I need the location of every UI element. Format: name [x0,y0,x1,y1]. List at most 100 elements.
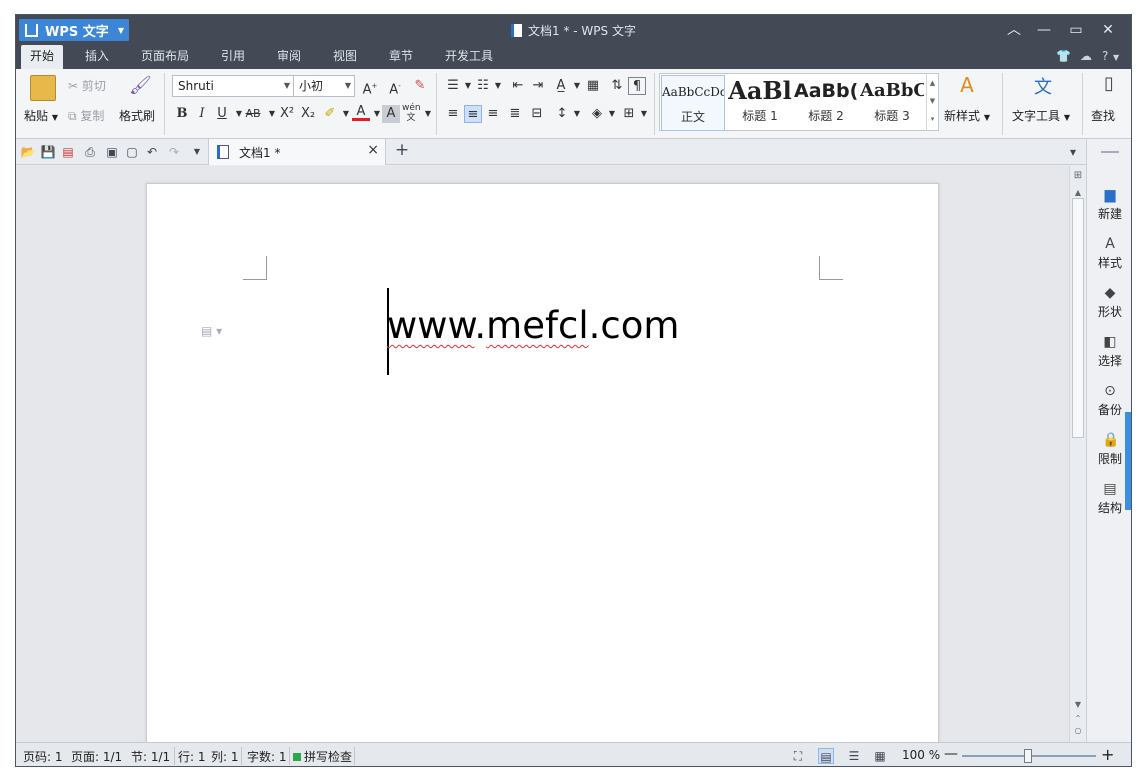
italic-button[interactable]: I [193,105,211,123]
close-tab-icon[interactable]: × [367,142,379,158]
sort-icon[interactable]: ⇅ [608,77,626,95]
cloud-icon[interactable]: ☁ [1080,49,1092,63]
grow-font-icon[interactable]: A+ [361,77,379,97]
clear-format-icon[interactable]: ✎ [411,77,429,95]
align-center-icon[interactable]: ≡ [464,105,482,123]
split-view-icon[interactable]: ⊞ [1070,170,1086,181]
document-page[interactable]: ▤ ▾ www.mefcl.com [146,183,939,742]
text-tools-icon[interactable]: 文 [1030,73,1056,99]
web-view-icon[interactable]: ▦ [872,748,888,764]
help-button[interactable]: ? [1102,49,1108,63]
sidebar-item-style[interactable]: A 样式 [1087,236,1131,271]
tab-menu-icon[interactable]: ▾ [1065,144,1081,160]
format-painter-button[interactable]: 格式刷 [119,107,155,124]
scrollbar-thumb[interactable] [1072,198,1084,438]
align-right-icon[interactable]: ≡ [484,105,502,123]
spell-check-toggle[interactable]: 拼写检查 [293,748,352,765]
sidebar-expand-tab[interactable] [1125,412,1131,510]
tab-review[interactable]: 审阅 [268,45,310,69]
undo-icon[interactable]: ↶ [144,144,160,160]
document-text[interactable]: www.mefcl.com [387,304,679,347]
vertical-scrollbar[interactable]: ⊞ ▲ ▼ ⌃ ○ [1069,166,1085,742]
chevron-down-icon[interactable]: ▼ [489,77,507,95]
browse-object-icon[interactable]: ○ [1070,726,1086,735]
underline-button[interactable]: U [213,105,231,123]
tab-insert[interactable]: 插入 [76,45,118,69]
chevron-down-icon[interactable]: ▼ [603,105,621,123]
style-heading-1[interactable]: AaBl 标题 1 [728,75,792,131]
chevron-down-icon[interactable]: ▼ [419,105,437,123]
print-icon[interactable]: ⎙ [82,144,98,160]
zoom-level[interactable]: 100 % [902,748,940,762]
style-normal[interactable]: AaBbCcDd 正文 [661,75,725,131]
minimize-button[interactable]: — [1034,20,1054,40]
tab-developer[interactable]: 开发工具 [436,45,502,69]
chevron-down-icon[interactable]: ▼ [568,105,586,123]
print-preview-icon[interactable]: ▣ [104,144,120,160]
new-style-icon[interactable]: A [954,73,980,99]
text-tools-button[interactable]: 文字工具 ▼ [1012,107,1070,124]
phonetic-guide-button[interactable]: wén 文 [402,103,421,123]
superscript-button[interactable]: X² [277,105,297,123]
style-heading-3[interactable]: AaBbC 标题 3 [860,75,924,131]
find-icon[interactable]: ▯ [1104,73,1124,99]
redo-icon[interactable]: ↷ [166,144,182,160]
cut-button[interactable]: ✂ 剪切 [68,77,106,94]
save-icon[interactable]: 💾 [40,144,56,160]
align-left-icon[interactable]: ≡ [444,105,462,123]
new-style-button[interactable]: 新样式 ▼ [944,107,990,124]
copy-button[interactable]: ⧉ 复制 [68,107,104,124]
table-grid-icon[interactable]: ▦ [584,77,602,95]
increase-indent-icon[interactable]: ⇥ [529,77,547,95]
doc-tab-current[interactable]: 文档1 * × [208,139,386,165]
close-button[interactable]: ✕ [1098,20,1118,40]
tab-page-layout[interactable]: 页面布局 [133,45,197,69]
open-icon[interactable]: 📂 [20,144,36,160]
collapse-ribbon-icon[interactable]: ︿ [1004,20,1024,40]
zoom-out-button[interactable]: — [944,746,958,762]
tab-home[interactable]: 开始 [21,45,63,69]
status-page-number[interactable]: 页码: 1 [23,748,63,765]
show-marks-icon[interactable]: ¶ [628,77,646,95]
preview-icon[interactable]: ▢ [124,144,140,160]
subscript-button[interactable]: X₂ [298,105,318,123]
tab-chapter[interactable]: 章节 [380,45,422,69]
customize-dropdown-icon[interactable]: ▼ [189,144,205,160]
shrink-font-icon[interactable]: A- [386,77,404,97]
font-name-combo[interactable]: Shruti ▼ [172,75,294,97]
zoom-slider-thumb[interactable] [1024,749,1032,763]
sidebar-item-shape[interactable]: ◆ 形状 [1087,285,1131,320]
justify-icon[interactable]: ≣ [506,105,524,123]
page-view-icon[interactable]: ▤ [818,748,834,764]
tab-view[interactable]: 视图 [324,45,366,69]
gallery-scroll[interactable]: ▲ ▼ ▾ [926,74,938,130]
status-word-count[interactable]: 字数: 1 [247,748,287,765]
paste-button[interactable]: 粘贴 ▼ [24,107,58,124]
bold-button[interactable]: B [173,105,191,123]
help-dropdown-icon[interactable]: ▼ [1113,53,1119,62]
sidebar-item-select[interactable]: ◧ 选择 [1087,334,1131,369]
char-shading-button[interactable]: A [382,105,400,123]
scroll-down-icon[interactable]: ▼ [1070,700,1086,709]
find-button[interactable]: 查找 [1091,107,1115,124]
document-canvas[interactable]: ▤ ▾ www.mefcl.com [16,166,1069,742]
prev-page-icon[interactable]: ⌃ [1070,714,1086,723]
full-screen-view-icon[interactable]: ⛶ [790,748,806,764]
export-pdf-icon[interactable]: ▤ [60,144,76,160]
outline-view-icon[interactable]: ☰ [846,748,862,764]
chevron-down-icon[interactable]: ▼ [635,105,653,123]
strikethrough-button[interactable]: AB [242,105,264,123]
new-tab-button[interactable]: + [394,142,410,159]
format-painter-icon[interactable]: 🖌 [129,75,152,99]
paste-icon[interactable] [30,75,56,101]
tab-references[interactable]: 引用 [212,45,254,69]
style-heading-2[interactable]: AaBb( 标题 2 [794,75,858,131]
distribute-icon[interactable]: ⊟ [528,105,546,123]
maximize-button[interactable]: ▭ [1066,20,1086,40]
font-size-combo[interactable]: 小初 ▼ [293,75,355,97]
scroll-up-icon[interactable]: ▲ [1070,188,1086,197]
sidebar-item-new[interactable]: ▆ 新建 [1087,187,1131,222]
paragraph-menu-icon[interactable]: ▤ ▾ [201,324,222,338]
zoom-in-button[interactable]: + [1101,745,1114,764]
decrease-indent-icon[interactable]: ⇤ [509,77,527,95]
